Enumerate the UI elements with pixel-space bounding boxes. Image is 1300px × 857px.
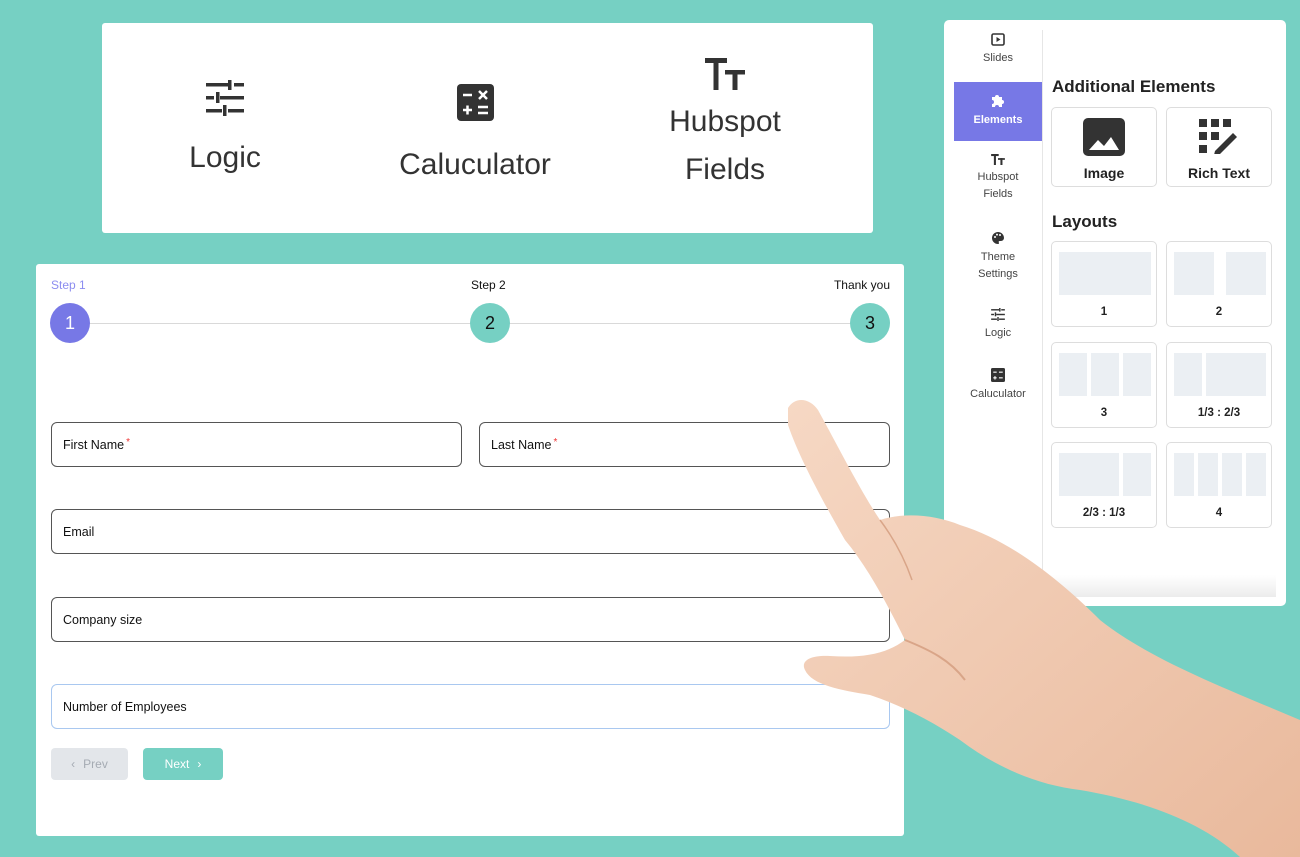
pointing-hand-illustration <box>788 399 1300 857</box>
hand-shape <box>788 399 1300 857</box>
